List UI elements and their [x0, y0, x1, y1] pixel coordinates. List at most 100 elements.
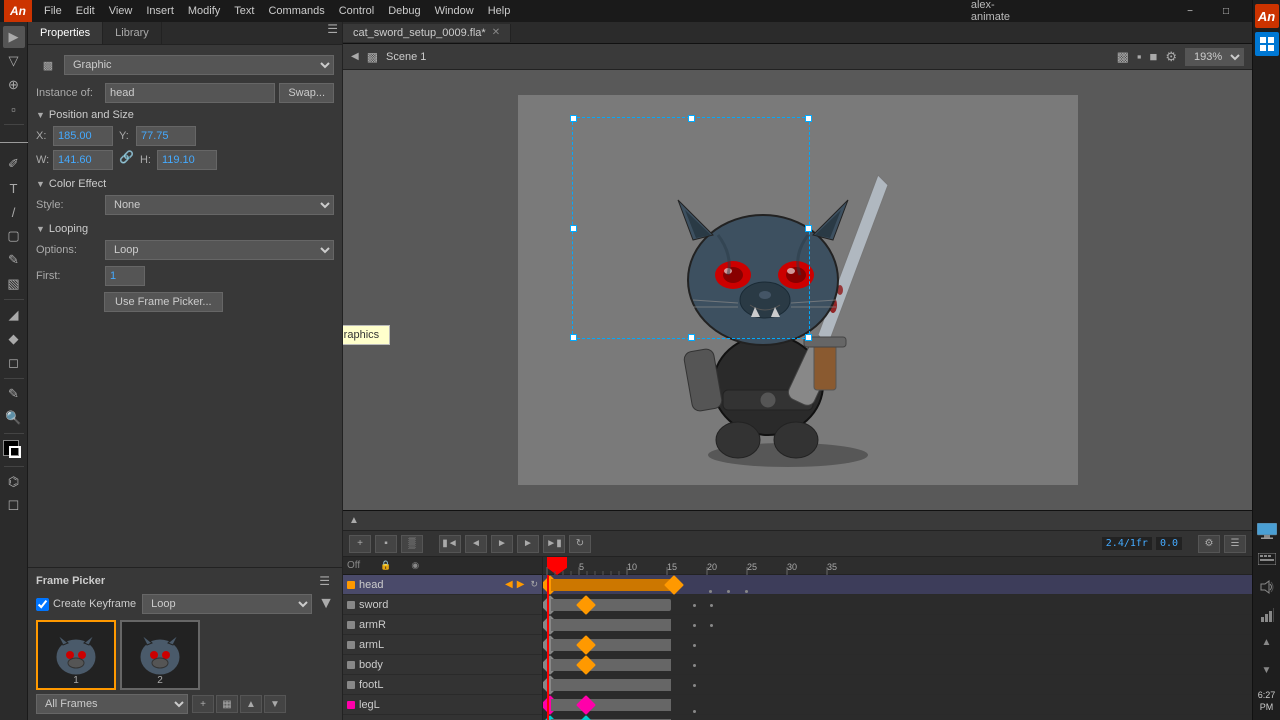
frame-down-btn[interactable]: ▼: [264, 695, 286, 713]
use-frame-picker-button[interactable]: Use Frame Picker...: [104, 292, 223, 312]
maximize-btn[interactable]: □: [1208, 0, 1244, 22]
frame-row-footL[interactable]: [543, 675, 1252, 695]
menu-control[interactable]: Control: [333, 3, 380, 19]
goto-last-btn[interactable]: ►▮: [543, 535, 565, 553]
menu-commands[interactable]: Commands: [262, 3, 330, 19]
taskbar-an-logo[interactable]: An: [1255, 4, 1279, 28]
style-select[interactable]: None: [105, 195, 334, 215]
frame-picker-loop-select[interactable]: Loop: [142, 594, 312, 614]
tab-properties[interactable]: Properties: [28, 22, 103, 44]
h-input[interactable]: [157, 150, 217, 170]
taskbar-desktop-icon[interactable]: [1255, 519, 1279, 543]
taskbar-volume-icon[interactable]: [1255, 575, 1279, 599]
type-select[interactable]: Graphic: [64, 55, 334, 75]
eraser-tool[interactable]: ◻: [3, 352, 25, 374]
selection-tool[interactable]: ▶: [3, 26, 25, 48]
stroke-color-swatch[interactable]: [9, 446, 21, 458]
layer-body[interactable]: body: [343, 655, 542, 675]
instance-input[interactable]: [105, 83, 275, 103]
lasso-tool[interactable]: ⸻: [3, 129, 25, 151]
panel-menu-icon[interactable]: ☰: [323, 22, 342, 44]
brush-tool[interactable]: ▧: [3, 273, 25, 295]
layer-armR[interactable]: armR: [343, 615, 542, 635]
frame-picker-menu[interactable]: ☰: [315, 574, 334, 588]
taskbar-signal-icon[interactable]: [1255, 603, 1279, 627]
play-btn[interactable]: ►: [491, 535, 513, 553]
frame-picker-close[interactable]: ▼: [318, 595, 334, 613]
layer-footR[interactable]: footR: [343, 715, 542, 720]
menu-help[interactable]: Help: [482, 3, 517, 19]
bone-tool[interactable]: ⌬: [3, 471, 25, 493]
create-keyframe-checkbox[interactable]: [36, 598, 49, 611]
timeline-frames[interactable]: 5 10 15 20 25 30 35: [543, 557, 1252, 720]
frame-up-btn[interactable]: ▲: [240, 695, 262, 713]
frame-row-armL[interactable]: [543, 635, 1252, 655]
taskbar-up-icon[interactable]: ▲: [1255, 631, 1279, 655]
tl-settings-btn[interactable]: ⚙: [1198, 535, 1220, 553]
options-select[interactable]: Loop: [105, 240, 334, 260]
layer-head[interactable]: head ◀ ▶ ↻: [343, 575, 542, 595]
frame-add-btn[interactable]: +: [192, 695, 214, 713]
swap-button[interactable]: Swap...: [279, 83, 334, 103]
x-input[interactable]: [53, 126, 113, 146]
zoom-tool[interactable]: 🔍: [3, 407, 25, 429]
camera-scene-icon[interactable]: ▪: [1137, 49, 1142, 64]
menu-edit[interactable]: Edit: [70, 3, 101, 19]
taskbar-keyboard-icon[interactable]: [1255, 547, 1279, 571]
new-layer-btn[interactable]: +: [349, 535, 371, 553]
first-input[interactable]: [105, 266, 145, 286]
layer-legL[interactable]: legL: [343, 695, 542, 715]
position-section-header[interactable]: ▼ Position and Size: [36, 109, 334, 121]
doc-tab-active[interactable]: cat_sword_setup_0009.fla* ✕: [343, 24, 511, 42]
frame-row-footR[interactable]: [543, 715, 1252, 720]
menu-text[interactable]: Text: [228, 3, 260, 19]
frame-delete-btn[interactable]: ▦: [216, 695, 238, 713]
step-back-btn[interactable]: ◄: [465, 535, 487, 553]
eyedropper-tool[interactable]: ◆: [3, 328, 25, 350]
frame-thumb-1[interactable]: 1: [36, 620, 116, 690]
line-tool[interactable]: /: [3, 201, 25, 223]
color-section-header[interactable]: ▼ Color Effect: [36, 178, 334, 190]
layer-footL[interactable]: footL: [343, 675, 542, 695]
frame-row-body[interactable]: [543, 655, 1252, 675]
frame-row-sword[interactable]: [543, 595, 1252, 615]
hand-tool[interactable]: ✎: [3, 383, 25, 405]
zoom-select[interactable]: 193%: [1185, 48, 1244, 66]
goto-first-btn[interactable]: ▮◄: [439, 535, 461, 553]
head-loop-icon[interactable]: ↻: [530, 579, 538, 590]
taskbar-down-icon[interactable]: ▼: [1255, 659, 1279, 683]
free-transform-tool[interactable]: ⊕: [3, 74, 25, 96]
tab-library[interactable]: Library: [103, 22, 162, 44]
text-tool[interactable]: T: [3, 177, 25, 199]
taskbar-windows-icon[interactable]: [1255, 32, 1279, 56]
doc-tab-close[interactable]: ✕: [492, 27, 500, 38]
frame-thumb-2[interactable]: 2: [120, 620, 200, 690]
pen-tool[interactable]: ✐: [3, 153, 25, 175]
link-icon[interactable]: 🔗: [119, 150, 134, 170]
menu-window[interactable]: Window: [429, 3, 480, 19]
loop-btn[interactable]: ↻: [569, 535, 591, 553]
timeline-collapse-icon[interactable]: ▲: [349, 515, 359, 526]
pencil-tool[interactable]: ✎: [3, 249, 25, 271]
new-folder-btn[interactable]: ▪: [375, 535, 397, 553]
step-fwd-btn[interactable]: ►: [517, 535, 539, 553]
subselection-tool[interactable]: ▽: [3, 50, 25, 72]
y-input[interactable]: [136, 126, 196, 146]
frame-row-head[interactable]: [543, 575, 1252, 595]
rect-tool[interactable]: ▢: [3, 225, 25, 247]
frame-row-legL[interactable]: [543, 695, 1252, 715]
menu-file[interactable]: File: [38, 3, 68, 19]
w-input[interactable]: [53, 150, 113, 170]
menu-view[interactable]: View: [103, 3, 139, 19]
grid-icon[interactable]: ■: [1149, 49, 1157, 64]
tl-panel-menu[interactable]: ☰: [1224, 535, 1246, 553]
looping-header[interactable]: ▼ Looping: [36, 223, 334, 235]
menu-insert[interactable]: Insert: [140, 3, 180, 19]
camera-tool[interactable]: ☐: [3, 495, 25, 517]
head-play-icon[interactable]: ◀: [505, 579, 513, 590]
head-play-icon2[interactable]: ▶: [517, 579, 525, 590]
clip-icon[interactable]: ▩: [1117, 49, 1129, 65]
canvas-area[interactable]: Looping options for Graphics: [343, 70, 1252, 510]
minimize-btn[interactable]: −: [1172, 0, 1208, 22]
gradient-tool[interactable]: ▫: [3, 98, 25, 120]
